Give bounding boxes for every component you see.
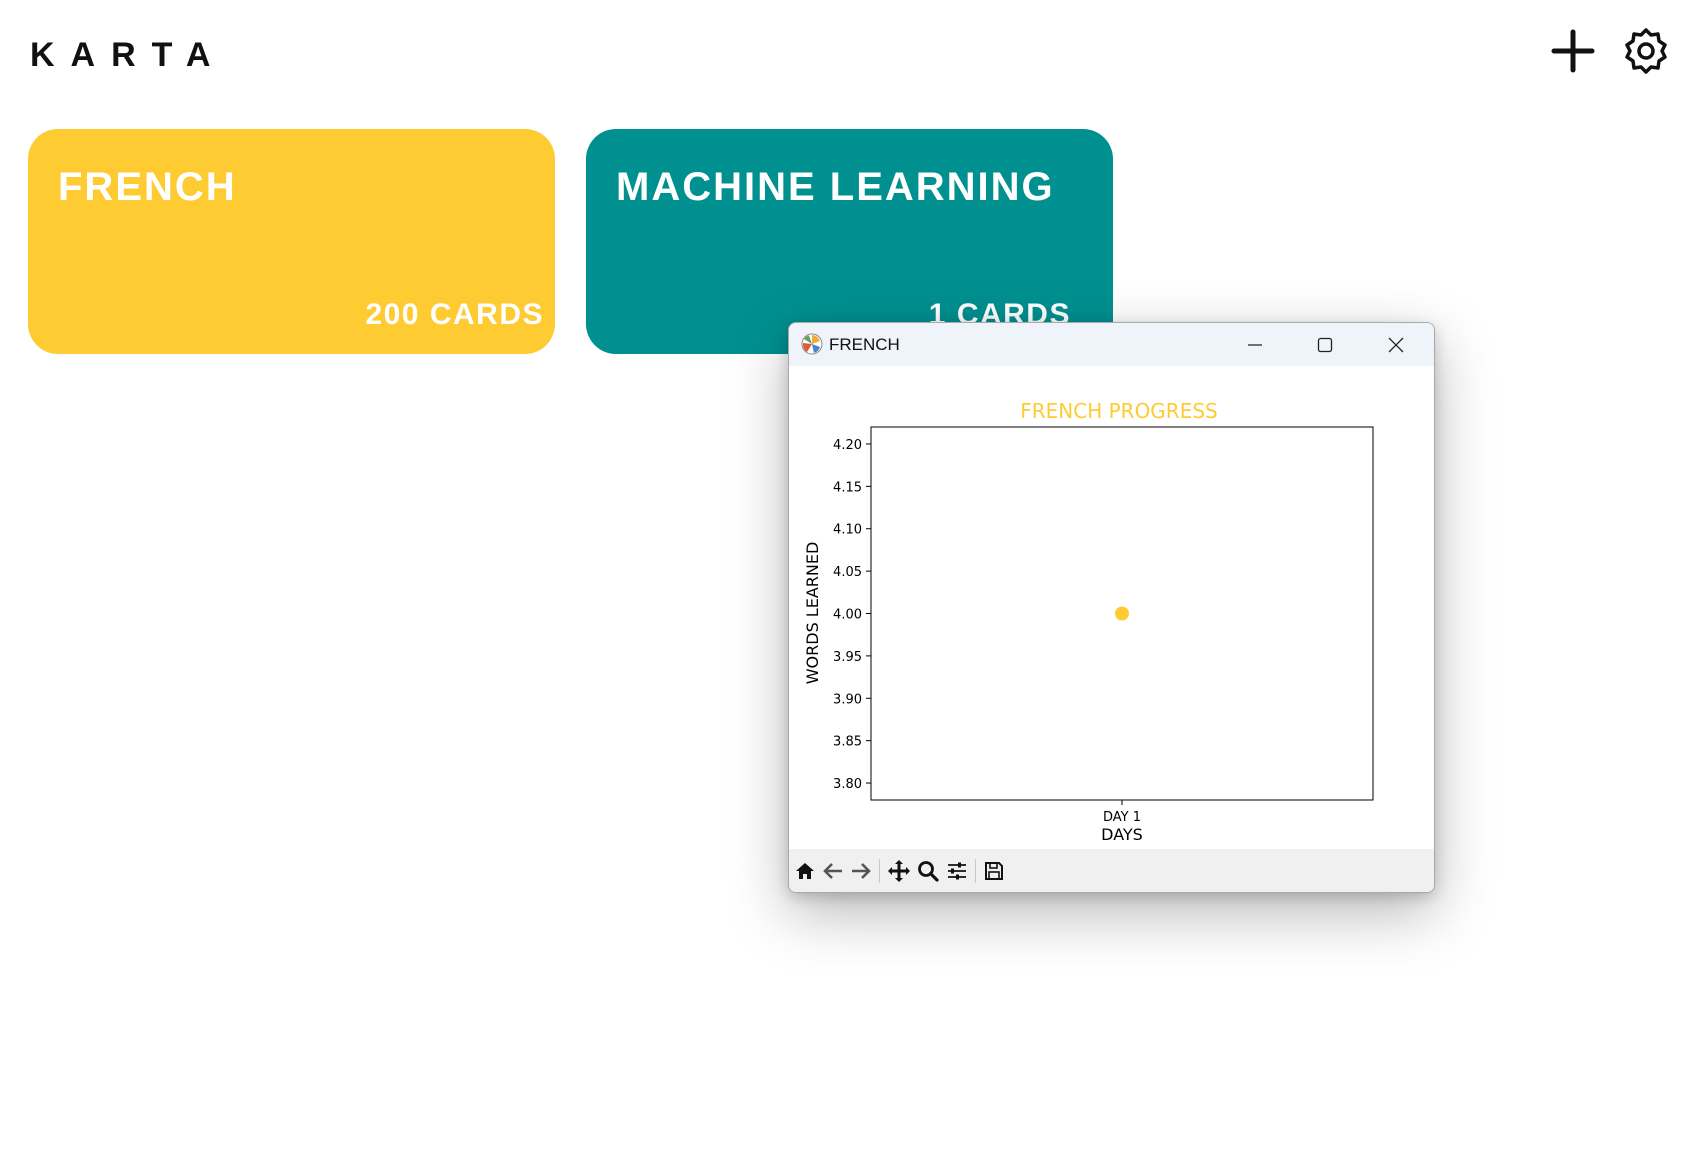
- pan-icon: [888, 860, 910, 882]
- pan-button[interactable]: [887, 859, 911, 883]
- window-titlebar[interactable]: FRENCH: [789, 323, 1434, 366]
- maximize-icon: [1317, 337, 1333, 352]
- y-tick-label: 4.05: [833, 565, 862, 580]
- add-deck-button[interactable]: [1548, 26, 1598, 76]
- x-tick-label: DAY 1: [1103, 810, 1141, 825]
- home-icon: [796, 863, 814, 879]
- y-tick-label: 3.85: [833, 735, 862, 750]
- y-tick-label: 3.80: [833, 777, 862, 792]
- matplotlib-app-icon: [801, 333, 823, 355]
- plus-icon: [1551, 29, 1595, 73]
- x-axis-label: DAYS: [1101, 825, 1143, 844]
- configure-subplots-icon: [948, 862, 966, 880]
- home-button[interactable]: [793, 859, 817, 883]
- zoom-button[interactable]: [916, 859, 940, 883]
- y-axis-ticks: 3.80 3.85 3.90 3.95 4.00 4.05 4.10 4.15 4.20: [833, 438, 871, 792]
- toolbar-separator: [879, 859, 880, 883]
- deck-card-machine-learning[interactable]: MACHINE LEARNING 1 CARDS: [586, 129, 1113, 354]
- close-button[interactable]: [1365, 323, 1427, 366]
- minimize-icon: [1248, 343, 1262, 346]
- deck-card-french[interactable]: FRENCH 200 CARDS: [28, 129, 555, 354]
- close-icon: [1388, 337, 1404, 352]
- toolbar-separator: [975, 859, 976, 883]
- chart-title: FRENCH PROGRESS: [1020, 399, 1217, 423]
- y-tick-label: 4.15: [833, 480, 862, 495]
- y-tick-label: 4.20: [833, 438, 862, 453]
- settings-button[interactable]: [1621, 26, 1671, 76]
- app-title: KARTA: [30, 36, 227, 74]
- plot-canvas[interactable]: FRENCH PROGRESS 3.80 3.85 3.90 3.95 4.00 4.05…: [789, 366, 1432, 892]
- chart: FRENCH PROGRESS 3.80 3.85 3.90 3.95 4.00 4.05…: [803, 399, 1374, 844]
- y-tick-label: 4.00: [833, 608, 862, 623]
- y-tick-label: 3.90: [833, 692, 862, 707]
- deck-name: MACHINE LEARNING: [616, 165, 1055, 209]
- zoom-icon: [918, 861, 939, 882]
- x-axis-ticks: DAY 1: [1103, 800, 1141, 825]
- data-points: [1115, 606, 1129, 621]
- window-title: FRENCH: [829, 335, 900, 354]
- y-tick-label: 4.10: [833, 523, 862, 538]
- plot-toolbar: [789, 849, 1434, 892]
- minimize-button[interactable]: [1224, 323, 1286, 366]
- deck-name: FRENCH: [58, 165, 237, 209]
- back-icon: [823, 863, 842, 879]
- maximize-button[interactable]: [1294, 323, 1356, 366]
- save-icon: [985, 862, 1003, 880]
- y-tick-label: 3.95: [833, 650, 862, 665]
- configure-subplots-button[interactable]: [945, 859, 969, 883]
- y-axis-label: WORDS LEARNED: [803, 542, 822, 685]
- forward-icon: [852, 863, 871, 879]
- deck-card-count: 200 CARDS: [365, 298, 544, 331]
- forward-button[interactable]: [849, 859, 873, 883]
- scatter-point: [1115, 606, 1129, 621]
- save-button[interactable]: [982, 859, 1006, 883]
- plot-window: FRENCH FRENCH PROGRESS 3.80 3.85 3.90 3.95 4…: [788, 322, 1435, 893]
- gear-icon: [1625, 28, 1667, 74]
- back-button[interactable]: [821, 859, 845, 883]
